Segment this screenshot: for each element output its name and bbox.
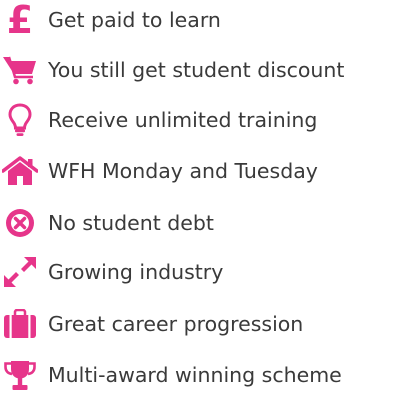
trophy-icon [0, 355, 40, 395]
item-label: No student debt [48, 211, 214, 235]
briefcase-icon [0, 304, 40, 344]
benefits-list: £ Get paid to learn You still get studen… [0, 0, 399, 398]
list-item: You still get student discount [0, 50, 344, 90]
item-label: Growing industry [48, 260, 224, 284]
home-icon [0, 151, 40, 191]
item-label: Receive unlimited training [48, 108, 318, 132]
shopping-cart-icon [0, 50, 40, 90]
times-circle-icon [0, 203, 40, 243]
list-item: No student debt [0, 203, 214, 243]
lightbulb-icon [0, 100, 40, 140]
list-item: Receive unlimited training [0, 100, 317, 140]
item-label: Get paid to learn [48, 8, 221, 32]
item-label: Multi-award winning scheme [48, 363, 342, 387]
list-item: Multi-award winning scheme [0, 355, 342, 395]
expand-arrows-icon [0, 252, 40, 292]
svg-text:£: £ [7, 3, 33, 37]
list-item: Great career progression [0, 304, 303, 344]
pound-icon: £ [0, 0, 40, 40]
item-label: Great career progression [48, 312, 304, 336]
list-item: Growing industry [0, 252, 223, 292]
item-label: You still get student discount [48, 58, 345, 82]
list-item: £ Get paid to learn [0, 0, 221, 40]
item-label: WFH Monday and Tuesday [48, 159, 318, 183]
list-item: WFH Monday and Tuesday [0, 151, 318, 191]
